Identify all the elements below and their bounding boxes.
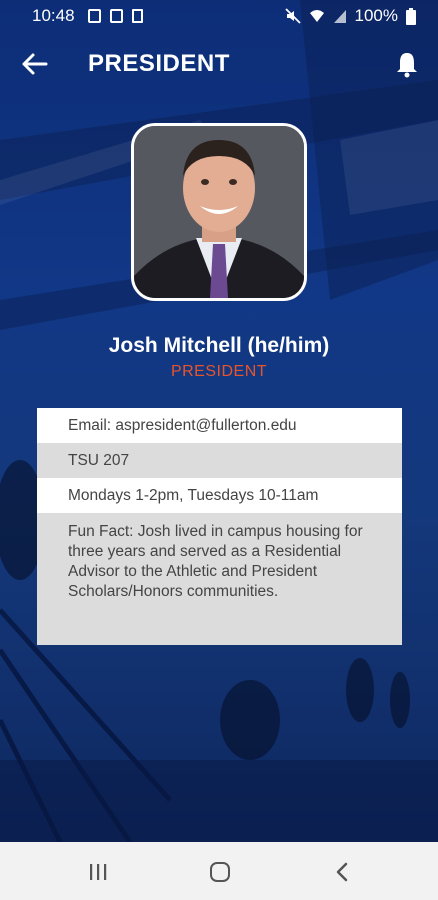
back-arrow-icon[interactable] [20, 50, 50, 78]
system-nav-bar [0, 842, 438, 900]
avatar [134, 126, 304, 298]
fun-fact-row: Fun Fact: Josh lived in campus housing f… [37, 513, 402, 645]
profile-photo [131, 123, 307, 301]
app-bar: PRESIDENT [0, 36, 438, 92]
battery-icon [406, 7, 416, 25]
mute-icon [284, 8, 301, 24]
x-notification-icon [110, 9, 123, 23]
bell-icon[interactable] [394, 50, 420, 78]
profile-role: PRESIDENT [170, 363, 268, 380]
email-row[interactable]: Email: aspresident@fullerton.edu [37, 408, 402, 443]
page-title: PRESIDENT [88, 50, 230, 77]
home-icon[interactable] [210, 862, 230, 882]
clipboard-notification-icon [132, 9, 143, 23]
details-card: Email: aspresident@fullerton.edu TSU 207… [37, 408, 402, 645]
hours-row: Mondays 1-2pm, Tuesdays 10-11am [37, 478, 402, 513]
recent-apps-icon[interactable] [88, 864, 108, 880]
office-row: TSU 207 [37, 443, 402, 478]
image-notification-icon [88, 9, 101, 23]
nav-back-icon[interactable] [334, 862, 350, 882]
battery-percent: 100% [354, 6, 398, 25]
signal-icon [333, 10, 346, 23]
status-bar: 10:48 100% [0, 0, 438, 32]
wifi-icon [309, 10, 324, 22]
status-time: 10:48 [32, 6, 75, 25]
profile-name: Josh Mitchell (he/him) [108, 334, 330, 357]
